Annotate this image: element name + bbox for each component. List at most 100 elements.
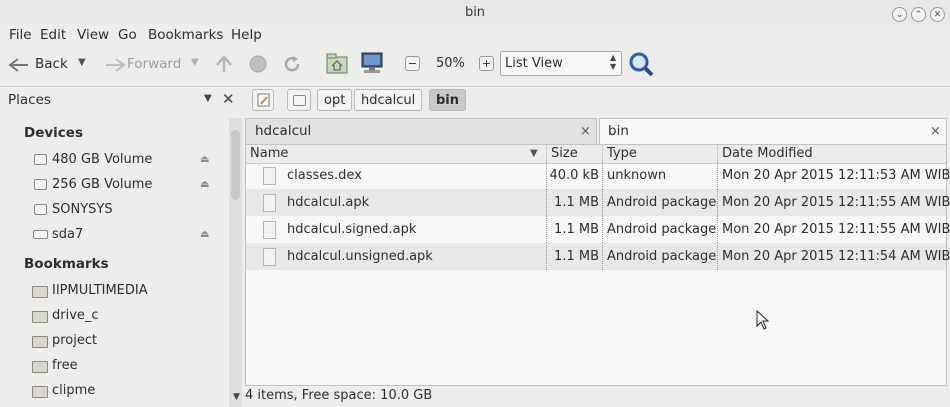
back-button[interactable]: Back ▼ (8, 55, 118, 75)
column-divider (602, 243, 604, 270)
forward-button[interactable]: Forward ▼ (104, 55, 204, 75)
window-title: bin (464, 5, 486, 20)
sidebar-item-label: sda7 (52, 227, 84, 242)
sidebar-title: Places (8, 92, 51, 108)
column-size[interactable]: Size (551, 145, 578, 163)
zoom-in-button[interactable]: + (479, 56, 494, 71)
home-icon[interactable] (326, 53, 348, 74)
sidebar-close-icon[interactable]: ✕ (222, 90, 235, 108)
table-row[interactable]: hdcalcul.apk 1.1 MB Android package Mon … (246, 189, 950, 216)
menu-edit[interactable]: Edit (40, 27, 66, 43)
menu-go[interactable]: Go (118, 27, 137, 43)
sidebar-item-label: project (52, 333, 98, 348)
back-label: Back (35, 56, 68, 72)
sidebar-item-free[interactable]: free (32, 358, 222, 376)
file-icon (263, 194, 276, 212)
menu-view[interactable]: View (77, 27, 109, 43)
folder-icon (32, 286, 48, 298)
column-date[interactable]: Date Modified (722, 145, 813, 163)
forward-dropdown-icon[interactable]: ▼ (191, 57, 199, 68)
view-mode-value: List View (505, 56, 563, 71)
crumb-hdcalcul[interactable]: hdcalcul (354, 89, 423, 111)
minimize-button[interactable]: ⌄ (892, 7, 907, 22)
table-row[interactable]: hdcalcul.unsigned.apk 1.1 MB Android pac… (246, 243, 950, 270)
sidebar-item-sonysys[interactable]: SONYSYS (32, 202, 222, 220)
column-name[interactable]: Name (250, 145, 288, 163)
column-divider (602, 189, 604, 216)
sidebar-scroll-thumb[interactable] (231, 130, 240, 200)
tab-close-icon[interactable]: × (580, 124, 591, 139)
tab-close-icon[interactable]: × (930, 124, 941, 139)
bookmarks-heading: Bookmarks (24, 256, 109, 272)
file-name: classes.dex (287, 168, 362, 183)
file-date: Mon 20 Apr 2015 12:11:53 AM WIB (722, 168, 950, 183)
close-window-button[interactable]: ✕ (930, 7, 945, 22)
status-text: 4 items, Free space: 10.0 GB (245, 388, 433, 403)
column-divider (546, 162, 548, 189)
table-row[interactable]: hdcalcul.signed.apk 1.1 MB Android packa… (246, 216, 950, 243)
sidebar-dropdown-icon[interactable]: ▼ (204, 93, 212, 104)
crumb-bin[interactable]: bin (429, 89, 467, 111)
stop-icon[interactable] (248, 54, 268, 74)
column-divider (546, 216, 548, 243)
sidebar-item-label: SONYSYS (52, 202, 113, 217)
file-icon (263, 167, 276, 185)
sidebar-item-480gb[interactable]: 480 GB Volume ⏏ (32, 152, 222, 170)
menu-help[interactable]: Help (231, 27, 262, 43)
eject-icon[interactable]: ⏏ (200, 229, 209, 240)
eject-icon[interactable]: ⏏ (200, 154, 209, 165)
file-size: 1.1 MB (554, 249, 599, 264)
file-name: hdcalcul.signed.apk (287, 222, 417, 237)
drive-icon (34, 154, 47, 165)
menu-file[interactable]: File (9, 27, 32, 43)
tab-label: hdcalcul (255, 123, 312, 139)
file-size: 1.1 MB (554, 222, 599, 237)
column-divider (717, 189, 719, 216)
menu-bookmarks[interactable]: Bookmarks (148, 27, 223, 43)
sidebar-item-label: free (52, 358, 78, 373)
folder-icon (32, 361, 48, 373)
file-icon (263, 248, 276, 266)
status-dropdown-icon[interactable]: ▼ (233, 392, 240, 402)
file-type: unknown (607, 168, 667, 183)
maximize-button[interactable]: ⌃ (911, 7, 926, 22)
edit-location-button[interactable] (252, 89, 274, 111)
file-date: Mon 20 Apr 2015 12:11:55 AM WIB (722, 195, 950, 210)
file-date: Mon 20 Apr 2015 12:11:54 AM WIB (722, 249, 950, 264)
sort-descending-icon[interactable]: ▼ (530, 148, 538, 159)
up-arrow-icon[interactable] (214, 54, 234, 74)
drive-icon (293, 95, 306, 106)
file-size: 1.1 MB (554, 195, 599, 210)
view-mode-select[interactable]: List View ▲ ▼ (500, 51, 622, 76)
sidebar-item-drive-c[interactable]: drive_c (32, 308, 222, 326)
sidebar-item-256gb[interactable]: 256 GB Volume ⏏ (32, 177, 222, 195)
mouse-cursor-icon (756, 310, 770, 330)
sidebar-item-label: 256 GB Volume (52, 177, 153, 192)
computer-icon[interactable] (360, 52, 384, 74)
zoom-level: 50% (436, 56, 465, 71)
devices-heading: Devices (24, 125, 83, 141)
file-icon (263, 221, 276, 239)
column-type[interactable]: Type (607, 145, 637, 163)
eject-icon[interactable]: ⏏ (200, 179, 209, 190)
back-arrow-icon (8, 58, 28, 72)
crumb-opt[interactable]: opt (317, 89, 353, 111)
sidebar-item-iipmultimedia[interactable]: IIPMULTIMEDIA (32, 283, 222, 301)
column-separator[interactable] (546, 145, 547, 163)
sidebar-item-label: IIPMULTIMEDIA (52, 283, 148, 298)
tab-hdcalcul[interactable]: hdcalcul × (245, 118, 597, 144)
select-arrows-icon: ▲ ▼ (610, 53, 617, 71)
tab-bin[interactable]: bin × (599, 118, 947, 144)
file-type: Android package (607, 222, 717, 237)
back-dropdown-icon[interactable]: ▼ (78, 57, 86, 68)
sidebar-item-sda7[interactable]: sda7 ⏏ (32, 227, 222, 245)
zoom-out-button[interactable]: − (405, 56, 420, 71)
root-crumb[interactable] (287, 89, 311, 111)
column-separator[interactable] (717, 145, 718, 163)
column-separator[interactable] (602, 145, 603, 163)
sidebar-item-project[interactable]: project (32, 333, 222, 351)
column-divider (602, 216, 604, 243)
table-row[interactable]: classes.dex 40.0 kB unknown Mon 20 Apr 2… (246, 162, 950, 189)
search-icon[interactable] (628, 51, 654, 77)
reload-icon[interactable] (282, 54, 302, 74)
